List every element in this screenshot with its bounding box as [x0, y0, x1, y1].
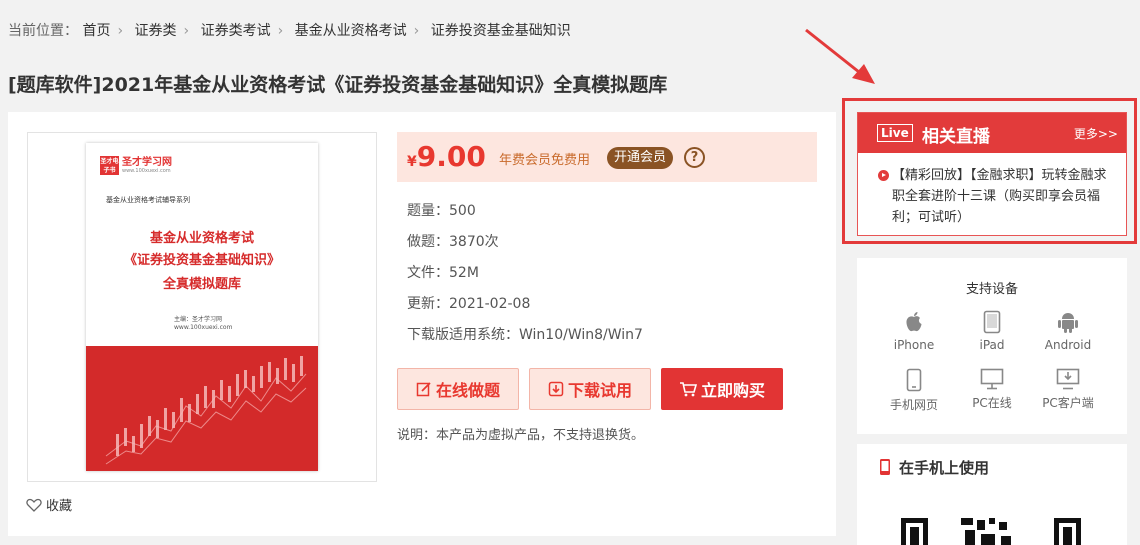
online-practice-label: 在线做题	[435, 381, 500, 400]
purchase-note: 说明：本产品为虚拟产品，不支持退换货。	[397, 428, 645, 443]
breadcrumb-label: 当前位置：	[8, 23, 78, 39]
mobile-use-title: 在手机上使用	[899, 459, 990, 477]
breadcrumb-securities[interactable]: 证券类	[135, 23, 177, 39]
device-pc-client[interactable]: PC客户端	[1033, 368, 1103, 411]
device-android[interactable]: Android	[1033, 310, 1103, 352]
live-item-text: 【精彩回放】【金融求职】玩转金融求职全套进阶十三课（购买即享会员福利；可试听）	[892, 168, 1107, 225]
price-amount: 9.00	[416, 140, 486, 173]
price-bar: ¥9.00 年费会员免费用 开通会员 ?	[397, 132, 817, 182]
chevron-right-icon: ›	[413, 23, 420, 39]
cover-title-line2: 《证券投资基金基础知识》	[123, 253, 280, 268]
cover-title-line1: 基金从业资格考试	[149, 231, 254, 246]
device-mobile-web-label: 手机网页	[889, 398, 938, 412]
live-card: Live 相关直播 更多>> 【精彩回放】【金融求职】玩转金融求职全套进阶十三课…	[857, 112, 1127, 236]
cover-logo-name: 圣才学习网	[122, 156, 172, 168]
online-practice-button[interactable]: 在线做题	[397, 368, 519, 410]
device-ipad[interactable]: iPad	[957, 310, 1027, 352]
buy-now-button[interactable]: 立即购买	[661, 368, 783, 410]
download-trial-label: 下载试用	[567, 381, 632, 400]
cover-candlestick-graphic	[86, 346, 318, 471]
pc-client-icon	[1056, 368, 1080, 390]
device-android-label: Android	[1044, 338, 1092, 352]
breadcrumb-home[interactable]: 首页	[82, 23, 110, 39]
product-cover-frame: 圣才电子书 圣才学习网 www.100xuexi.com 基金从业资格考试辅导系…	[27, 132, 377, 482]
mobile-use-panel: 在手机上使用	[857, 444, 1127, 545]
buy-now-label: 立即购买	[700, 381, 765, 400]
android-icon	[1058, 313, 1078, 333]
device-pc-client-label: PC客户端	[1042, 396, 1094, 410]
cover-logo: 圣才电子书 圣才学习网 www.100xuexi.com	[100, 156, 172, 175]
device-pc-online[interactable]: PC在线	[957, 368, 1027, 411]
device-iphone-label: iPhone	[893, 338, 935, 352]
live-header: Live 相关直播 更多>>	[858, 113, 1126, 153]
price-currency: ¥	[407, 154, 417, 170]
edit-icon	[416, 382, 431, 397]
breadcrumb-fund-exam[interactable]: 基金从业资格考试	[295, 23, 407, 39]
cover-author: 主编：圣才学习网 www.100xuexi.com	[174, 316, 232, 332]
qr-code-icon[interactable]	[901, 518, 1081, 545]
device-panel: 支持设备 iPhone iPad Android 手机网页 PC在线 PC客户端	[857, 258, 1127, 434]
favorite-button[interactable]: 收藏	[26, 495, 72, 514]
heart-icon	[26, 498, 42, 512]
breadcrumb: 当前位置： 首页 › 证券类 › 证券类考试 › 基金从业资格考试 › 证券投资基金基础…	[8, 20, 571, 40]
live-more-link[interactable]: 更多>>	[1074, 125, 1118, 142]
help-icon[interactable]: ?	[684, 147, 705, 168]
info-practice-count: 做题：3870次	[407, 234, 499, 250]
chevron-right-icon: ›	[277, 23, 284, 39]
device-iphone[interactable]: iPhone	[879, 310, 949, 352]
logo-icon: 圣才电子书	[100, 156, 119, 175]
cover-series: 基金从业资格考试辅导系列	[106, 196, 190, 204]
info-system: 下载版适用系统：Win10/Win8/Win7	[407, 327, 643, 343]
product-panel: 圣才电子书 圣才学习网 www.100xuexi.com 基金从业资格考试辅导系…	[8, 112, 836, 536]
favorite-label: 收藏	[46, 499, 73, 514]
download-trial-button[interactable]: 下载试用	[529, 368, 651, 410]
cover-title-line3: 全真模拟题库	[162, 277, 241, 292]
live-badge: Live	[877, 124, 913, 142]
monitor-icon	[980, 368, 1004, 390]
live-title: 相关直播	[922, 127, 990, 147]
info-file-size: 文件：52M	[407, 265, 479, 281]
price: ¥9.00	[407, 140, 486, 173]
device-pc-online-label: PC在线	[972, 396, 1012, 410]
device-title: 支持设备	[965, 282, 1018, 297]
page-title: [题库软件]2021年基金从业资格考试《证券投资基金基础知识》全真模拟题库	[8, 74, 668, 96]
breadcrumb-current[interactable]: 证券投资基金基础知识	[431, 23, 571, 39]
chevron-right-icon: ›	[117, 23, 124, 39]
info-question-count: 题量：500	[407, 203, 476, 219]
device-ipad-label: iPad	[979, 338, 1005, 352]
vip-free-text: 年费会员免费用	[499, 153, 591, 168]
phone-icon	[906, 368, 922, 392]
apple-icon	[906, 312, 922, 332]
cover-author-url: www.100xuexi.com	[174, 324, 233, 331]
chevron-right-icon: ›	[183, 23, 190, 39]
live-item[interactable]: 【精彩回放】【金融求职】玩转金融求职全套进阶十三课（购买即享会员福利；可试听）	[878, 165, 1108, 228]
download-icon	[548, 381, 564, 397]
breadcrumb-securities-exam[interactable]: 证券类考试	[201, 23, 271, 39]
info-update-date: 更新：2021-02-08	[407, 296, 531, 312]
play-icon	[878, 170, 889, 181]
product-cover[interactable]: 圣才电子书 圣才学习网 www.100xuexi.com 基金从业资格考试辅导系…	[86, 143, 318, 471]
mobile-phone-icon	[880, 459, 890, 475]
cover-logo-url: www.100xuexi.com	[122, 167, 171, 174]
open-vip-button[interactable]: 开通会员	[607, 147, 674, 169]
cover-author-name: 主编：圣才学习网	[174, 316, 223, 323]
annotation-arrow-icon	[805, 28, 875, 84]
cart-icon	[679, 382, 697, 397]
tablet-icon	[983, 310, 1001, 334]
device-mobile-web[interactable]: 手机网页	[879, 368, 949, 413]
